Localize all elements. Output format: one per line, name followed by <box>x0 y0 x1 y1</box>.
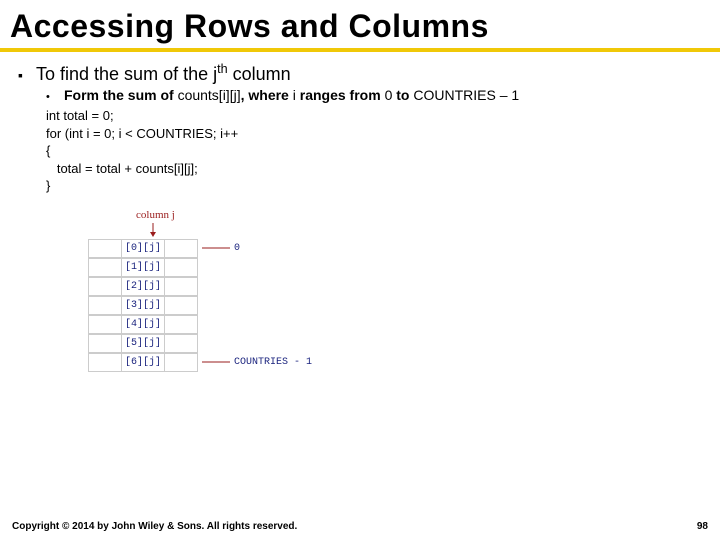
countries-minus-1: COUNTRIES – 1 <box>413 87 519 103</box>
title-underline <box>0 48 720 52</box>
bullet-marker: • <box>46 91 64 103</box>
table-row: . [1][j] . <box>88 258 702 277</box>
slide-title: Accessing Rows and Columns <box>0 0 720 48</box>
text: , where <box>241 87 293 103</box>
cell-blank: . <box>165 315 198 334</box>
table-row: . [5][j] . <box>88 334 702 353</box>
cell: [0][j] <box>121 239 165 258</box>
text: to <box>392 87 413 103</box>
code-expr: counts[i][j] <box>178 87 241 103</box>
cell-blank: . <box>88 258 121 277</box>
arrow-right-icon <box>202 243 230 253</box>
code-line: } <box>46 177 702 195</box>
cell-blank: . <box>88 296 121 315</box>
cell: [4][j] <box>121 315 165 334</box>
cell-blank: . <box>88 334 121 353</box>
cell: [6][j] <box>121 353 165 372</box>
code-line: { <box>46 142 702 160</box>
cell-blank: . <box>88 315 121 334</box>
cell-blank: . <box>165 239 198 258</box>
table-row: . [3][j] . <box>88 296 702 315</box>
bullet-marker: ▪ <box>18 67 36 83</box>
cell-blank: . <box>165 277 198 296</box>
text: ranges from <box>296 87 385 103</box>
cell-blank: . <box>88 277 121 296</box>
footer: Copyright © 2014 by John Wiley & Sons. A… <box>12 521 708 532</box>
slide-body: ▪ To find the sum of the jth column • Fo… <box>0 62 720 372</box>
table-row: . [4][j] . <box>88 315 702 334</box>
bullet2-text: Form the sum of counts[i][j], where i ra… <box>64 87 519 103</box>
cell-blank: . <box>88 353 121 372</box>
copyright-text: Copyright © 2014 by John Wiley & Sons. A… <box>12 521 297 532</box>
cell: [1][j] <box>121 258 165 277</box>
code-line: total = total + counts[i][j]; <box>46 160 702 178</box>
column-label: column j <box>136 209 702 221</box>
cell-blank: . <box>165 258 198 277</box>
page-number: 98 <box>697 521 708 532</box>
code-block: int total = 0; for (int i = 0; i < COUNT… <box>46 107 702 195</box>
table-row: . [2][j] . <box>88 277 702 296</box>
bullet-level-2: • Form the sum of counts[i][j], where i … <box>46 87 702 103</box>
code-line: int total = 0; <box>46 107 702 125</box>
cell-blank: . <box>165 334 198 353</box>
annotation-last: COUNTRIES - 1 <box>234 357 312 368</box>
annotation-first: 0 <box>234 243 240 254</box>
cell: [2][j] <box>121 277 165 296</box>
superscript-th: th <box>217 62 228 76</box>
cell: [3][j] <box>121 296 165 315</box>
bullet1-text: To find the sum of the jth column <box>36 62 291 85</box>
cell-blank: . <box>165 296 198 315</box>
table-row: . [6][j] . COUNTRIES - 1 <box>88 353 702 372</box>
code-line: for (int i = 0; i < COUNTRIES; i++ <box>46 125 702 143</box>
arrow-right-icon <box>202 357 230 367</box>
text: To find the sum of the <box>36 64 213 84</box>
bullet-level-1: ▪ To find the sum of the jth column <box>18 62 702 85</box>
cell-blank: . <box>165 353 198 372</box>
cell: [5][j] <box>121 334 165 353</box>
column-diagram: column j . [0][j] . 0 . [1][j] . . [2][j… <box>88 209 702 372</box>
arrow-down-icon <box>148 223 702 237</box>
cell-blank: . <box>88 239 121 258</box>
text: Form the sum of <box>64 87 178 103</box>
table-row: . [0][j] . 0 <box>88 239 702 258</box>
text: column <box>228 64 291 84</box>
